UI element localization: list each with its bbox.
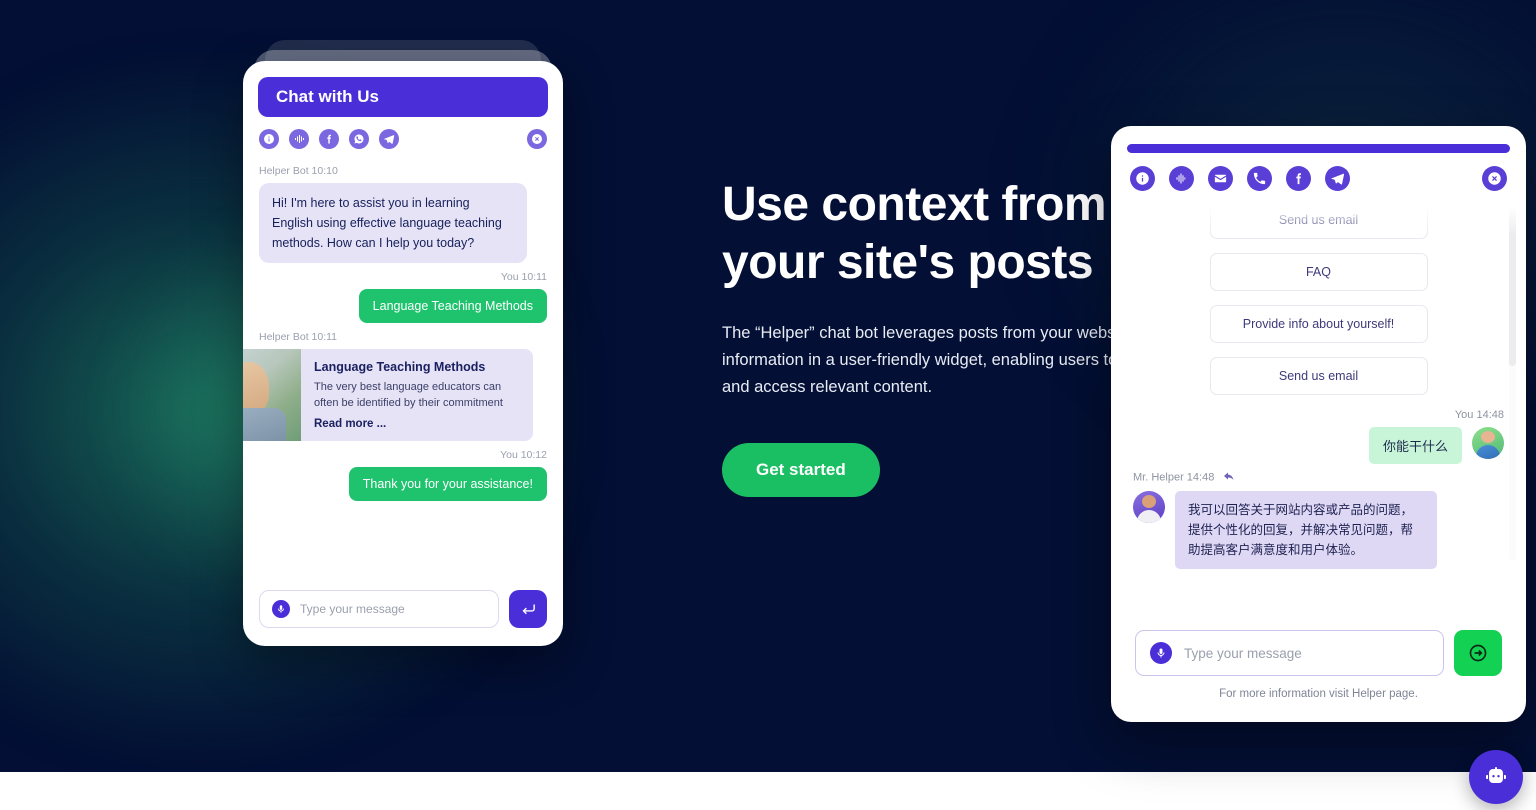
user-message-bubble: Thank you for your assistance! xyxy=(348,467,547,501)
info-icon[interactable] xyxy=(1130,166,1155,191)
whatsapp-icon[interactable] xyxy=(349,129,369,149)
left-widget-composer: Type your message xyxy=(259,590,547,628)
get-started-button[interactable]: Get started xyxy=(722,443,880,497)
message-meta-label: Mr. Helper 14:48 xyxy=(1133,471,1215,484)
send-button[interactable] xyxy=(1454,630,1502,676)
page-title-line1: Use context from xyxy=(722,178,1107,231)
left-widget-title: Chat with Us xyxy=(276,87,379,106)
post-preview-card[interactable]: Language Teaching Methods The very best … xyxy=(243,349,533,441)
quick-reply-button[interactable]: Provide info about yourself! xyxy=(1209,305,1428,343)
message-meta: Mr. Helper 14:48 xyxy=(1133,470,1504,485)
left-widget-messages: Helper Bot 10:10 Hi! I'm here to assist … xyxy=(243,149,563,501)
message-meta: You 14:48 xyxy=(1454,409,1504,421)
widget-footer-text: For more information visit Helper page. xyxy=(1219,688,1418,700)
avatar xyxy=(1472,427,1504,459)
user-message-row: 你能干什么 xyxy=(1133,427,1504,464)
right-widget-composer: Type your message xyxy=(1135,630,1502,676)
send-button[interactable] xyxy=(509,590,547,628)
bot-message-bubble: 我可以回答关于网站内容或产品的问题，提供个性化的回复，并解决常见问题，帮助提高客… xyxy=(1175,491,1437,569)
right-chat-widget[interactable]: Send us email FAQ Provide info about you… xyxy=(1111,126,1526,722)
message-meta: Helper Bot 10:10 xyxy=(259,165,338,177)
quick-reply-button[interactable]: Send us email xyxy=(1209,201,1428,239)
enter-arrow-icon xyxy=(522,604,535,614)
telegram-icon[interactable] xyxy=(379,129,399,149)
left-widget-icon-bar xyxy=(243,117,563,149)
chat-bot-icon xyxy=(1486,767,1506,783)
left-widget-header: Chat with Us xyxy=(258,77,548,117)
phone-icon[interactable] xyxy=(1247,166,1272,191)
quick-reply-button[interactable]: Send us email xyxy=(1209,357,1428,395)
reply-icon[interactable] xyxy=(1223,470,1235,485)
voice-icon[interactable] xyxy=(289,129,309,149)
quick-reply-button[interactable]: FAQ xyxy=(1209,253,1428,291)
close-icon[interactable] xyxy=(527,129,547,149)
info-icon[interactable] xyxy=(259,129,279,149)
right-widget-message-list[interactable]: Send us email FAQ Provide info about you… xyxy=(1111,201,1526,591)
post-excerpt: The very best language educators can oft… xyxy=(314,381,503,409)
right-widget-header-bar xyxy=(1127,144,1510,153)
message-input-placeholder: Type your message xyxy=(1184,645,1302,661)
message-input[interactable]: Type your message xyxy=(259,590,499,628)
facebook-icon[interactable] xyxy=(319,129,339,149)
close-icon[interactable] xyxy=(1482,166,1507,191)
message-input-placeholder: Type your message xyxy=(300,602,405,616)
message-meta: Helper Bot 10:11 xyxy=(259,331,338,343)
user-message-bubble: Language Teaching Methods xyxy=(358,289,547,323)
post-thumbnail-image xyxy=(243,349,301,441)
avatar xyxy=(1133,491,1165,523)
telegram-icon[interactable] xyxy=(1325,166,1350,191)
voice-icon[interactable] xyxy=(1169,166,1194,191)
message-meta: You 10:12 xyxy=(500,449,547,461)
page-title-line2: your site's posts xyxy=(722,236,1094,289)
left-chat-widget[interactable]: Chat with Us Helper Bot 10:10 Hi! I'm he… xyxy=(243,61,563,646)
user-message-bubble: 你能干什么 xyxy=(1368,427,1462,464)
post-title: Language Teaching Methods xyxy=(314,360,486,374)
right-widget-icon-bar xyxy=(1111,153,1526,191)
email-icon[interactable] xyxy=(1208,166,1233,191)
microphone-icon[interactable] xyxy=(272,600,290,618)
post-preview-body: Language Teaching Methods The very best … xyxy=(301,349,533,441)
bot-message-bubble: Hi! I'm here to assist you in learning E… xyxy=(259,183,527,263)
left-widget-stack: Chat with Us Helper Bot 10:10 Hi! I'm he… xyxy=(243,40,563,646)
facebook-icon[interactable] xyxy=(1286,166,1311,191)
message-meta: You 10:11 xyxy=(500,271,547,283)
microphone-icon[interactable] xyxy=(1150,642,1172,664)
read-more-link[interactable]: Read more ... xyxy=(314,418,520,430)
message-input[interactable]: Type your message xyxy=(1135,630,1444,676)
scrollbar-thumb[interactable] xyxy=(1509,201,1516,366)
bot-message-row: 我可以回答关于网站内容或产品的问题，提供个性化的回复，并解决常见问题，帮助提高客… xyxy=(1133,491,1504,569)
chat-launcher-button[interactable] xyxy=(1469,750,1523,804)
send-arrow-icon xyxy=(1469,644,1487,662)
